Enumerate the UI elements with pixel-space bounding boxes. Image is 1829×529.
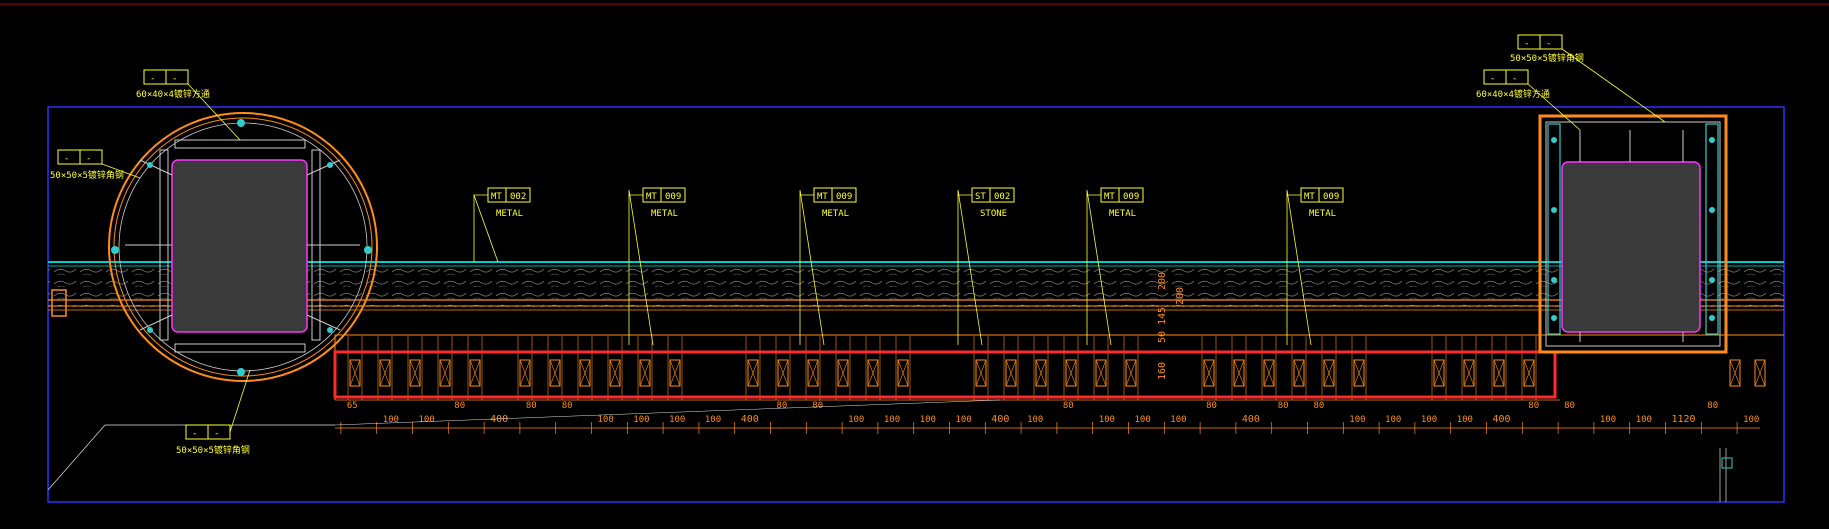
vdim-3: 50 — [1157, 331, 1168, 343]
tag-material: STONE — [980, 209, 1007, 219]
tag-number: 009 — [836, 192, 852, 202]
dimension-label: 100 — [383, 415, 399, 425]
callout-angle-steel-right: - - 50×50×5镀锌角钢 — [1510, 34, 1666, 123]
tag-code: MT — [817, 192, 828, 202]
svg-text:-: - — [150, 74, 155, 84]
svg-text:-: - — [172, 74, 177, 84]
dimension-label: 400 — [741, 414, 759, 425]
wall-section — [48, 261, 1784, 311]
vdim-5: 160 — [1157, 362, 1168, 380]
dimension-label: 100 — [1135, 415, 1151, 425]
dimension-label: 80 — [454, 401, 465, 411]
dimension-label: 400 — [1493, 414, 1511, 425]
dimension-label: 80 — [1206, 401, 1217, 411]
dimension-label: 80 — [1063, 401, 1074, 411]
callout-label: 50×50×5镀锌角钢 — [176, 444, 250, 456]
dimension-label: 400 — [991, 414, 1009, 425]
dimension-label: 100 — [1457, 415, 1473, 425]
dimension-label: 80 — [1528, 401, 1539, 411]
dimension-label: 80 — [562, 401, 573, 411]
callout-label: 50×50×5镀锌角钢 — [50, 169, 124, 181]
dimension-label: 100 — [1636, 415, 1652, 425]
svg-text:-: - — [214, 429, 219, 439]
callout-label: 60×40×4镀锌方通 — [136, 88, 210, 100]
section-marker — [1719, 448, 1733, 502]
tag-code: MT — [491, 192, 502, 202]
dimension-label: 100 — [1600, 415, 1616, 425]
tag-number: 002 — [510, 192, 526, 202]
dimension-label: 100 — [598, 415, 614, 425]
callout-label: 50×50×5镀锌角钢 — [1510, 52, 1584, 64]
ground-lines — [47, 399, 1001, 491]
dimension-ticks: 65 100 100 80 400 80 80 100 100 100 100 400 80 80 100 1… — [340, 401, 1759, 434]
dimension-label: 100 — [705, 415, 721, 425]
svg-text:-: - — [64, 154, 69, 164]
dimension-label: 80 — [812, 401, 823, 411]
round-column-left — [108, 112, 378, 382]
tag-number: 009 — [1323, 192, 1339, 202]
batten-zone — [334, 334, 1784, 401]
material-tag: MT 002 METAL — [473, 187, 531, 263]
cad-drawing: 65 100 100 80 400 80 80 100 100 100 100 400 80 80 100 1… — [0, 3, 1829, 503]
dimension-label: 100 — [848, 415, 864, 425]
dimension-label: 80 — [1564, 401, 1575, 411]
vdim-4: 200 — [1175, 287, 1186, 305]
callout-square-tube-left: - - 60×40×4镀锌方通 — [136, 69, 241, 141]
callout-square-tube-right: - - 60×40×4镀锌方通 — [1476, 69, 1581, 131]
svg-text:-: - — [86, 154, 91, 164]
tag-number: 009 — [665, 192, 681, 202]
tag-code: MT — [646, 192, 657, 202]
tag-code: MT — [1104, 192, 1115, 202]
dimension-label: 100 — [1385, 415, 1401, 425]
vdim-2: 145 — [1157, 307, 1168, 325]
dimension-label: 80 — [1278, 401, 1289, 411]
dimension-label: 100 — [419, 415, 435, 425]
tag-code: MT — [1304, 192, 1315, 202]
svg-text:-: - — [1524, 39, 1529, 49]
tag-material: METAL — [1109, 209, 1136, 219]
dimension-label: 100 — [669, 415, 685, 425]
tag-number: 009 — [1123, 192, 1139, 202]
dimension-label: 100 — [920, 415, 936, 425]
dimension-label: 100 — [956, 415, 972, 425]
callout-angle-steel-bottom: - - 50×50×5镀锌角钢 — [176, 369, 251, 456]
dimension-label: 100 — [1421, 415, 1437, 425]
svg-text:-: - — [1490, 74, 1495, 84]
vdim-1: 200 — [1157, 272, 1168, 290]
callout-angle-steel-left: - - 50×50×5镀锌角钢 — [50, 149, 141, 181]
tag-material: METAL — [822, 209, 849, 219]
tag-material: METAL — [1309, 209, 1336, 219]
svg-text:-: - — [1512, 74, 1517, 84]
svg-text:-: - — [192, 429, 197, 439]
dimension-label: 80 — [1314, 401, 1325, 411]
dimension-label: 65 — [347, 401, 358, 411]
dimension-label: 80 — [526, 401, 537, 411]
tag-number: 002 — [994, 192, 1010, 202]
dimension-label: 400 — [1242, 414, 1260, 425]
dimension-label: 400 — [490, 414, 508, 425]
dimension-label: 100 — [884, 415, 900, 425]
tag-material: METAL — [496, 209, 523, 219]
dimension-label: 1120 — [1672, 414, 1696, 425]
dimension-label: 100 — [633, 415, 649, 425]
dimension-label: 100 — [1027, 415, 1043, 425]
dimension-label: 100 — [1099, 415, 1115, 425]
tag-code: ST — [975, 192, 986, 202]
dimension-label: 80 — [1707, 401, 1718, 411]
dimension-label: 100 — [1349, 415, 1365, 425]
dimension-label: 80 — [777, 401, 788, 411]
dimension-label: 100 — [1743, 415, 1759, 425]
tag-material: METAL — [651, 209, 678, 219]
svg-text:-: - — [1546, 39, 1551, 49]
square-column-right — [1538, 114, 1728, 354]
dimension-label: 100 — [1170, 415, 1186, 425]
